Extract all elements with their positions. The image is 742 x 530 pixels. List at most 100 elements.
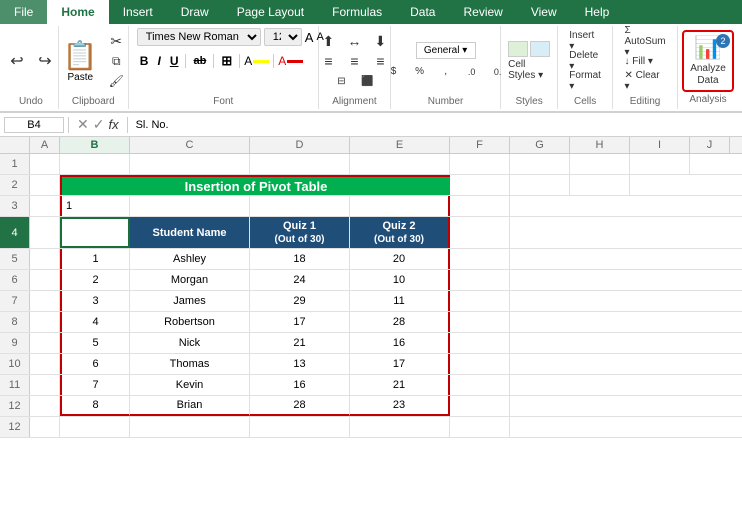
cell-d9[interactable]: 21 — [250, 333, 350, 353]
cell-f8[interactable] — [450, 312, 510, 332]
currency-button[interactable]: $ — [382, 63, 406, 81]
cell-f12[interactable] — [450, 417, 510, 437]
tab-formulas[interactable]: Formulas — [318, 0, 396, 24]
cell-f12[interactable] — [450, 396, 510, 416]
cell-b12[interactable] — [60, 417, 130, 437]
number-format-dropdown[interactable]: General ▾ — [416, 42, 476, 59]
copy-button[interactable]: ⧉ — [104, 52, 128, 70]
cell-b9[interactable]: 5 — [60, 333, 130, 353]
strikethrough-button[interactable]: ab — [190, 54, 209, 68]
cell-d8[interactable]: 17 — [250, 312, 350, 332]
col-header-f[interactable]: F — [450, 137, 510, 153]
cell-a10[interactable] — [30, 354, 60, 374]
cell-d10[interactable]: 13 — [250, 354, 350, 374]
increase-decimal-button[interactable]: .0 — [460, 63, 484, 81]
cell-f1[interactable] — [450, 154, 510, 174]
fill-color-button[interactable]: A — [244, 54, 269, 68]
increase-font-button[interactable]: A — [305, 30, 314, 45]
col-header-b[interactable]: B — [60, 137, 130, 153]
cell-a12[interactable] — [30, 417, 60, 437]
name-box[interactable] — [4, 117, 64, 133]
cell-a3[interactable] — [30, 196, 60, 216]
col-header-e[interactable]: E — [350, 137, 450, 153]
cell-a9[interactable] — [30, 333, 60, 353]
cell-d5[interactable]: 18 — [250, 249, 350, 269]
cell-c10[interactable]: Thomas — [130, 354, 250, 374]
cell-c12[interactable]: Brian — [130, 396, 250, 416]
cell-c11[interactable]: Kevin — [130, 375, 250, 395]
col-header-c[interactable]: C — [130, 137, 250, 153]
cell-d1[interactable] — [250, 154, 350, 174]
cell-a7[interactable] — [30, 291, 60, 311]
cell-b11[interactable]: 7 — [60, 375, 130, 395]
paste-button[interactable]: 📋 Paste — [58, 36, 102, 87]
borders-button[interactable]: ⊞ — [218, 52, 235, 70]
cell-a4[interactable] — [30, 217, 60, 248]
cell-f6[interactable] — [450, 270, 510, 290]
cell-f2[interactable] — [450, 175, 510, 195]
cell-f3[interactable] — [450, 196, 510, 216]
comma-button[interactable]: , — [434, 63, 458, 81]
cell-c1[interactable] — [130, 154, 250, 174]
cell-b12[interactable]: 8 — [60, 396, 130, 416]
wrap-text-button[interactable]: ⬛ — [355, 72, 379, 90]
col-header-h[interactable]: H — [570, 137, 630, 153]
tab-file[interactable]: File — [0, 0, 47, 24]
cell-a8[interactable] — [30, 312, 60, 332]
cell-b5[interactable]: 1 — [60, 249, 130, 269]
cell-c4-header[interactable]: Student Name — [130, 217, 250, 248]
cell-a5[interactable] — [30, 249, 60, 269]
cell-a6[interactable] — [30, 270, 60, 290]
cell-e12[interactable]: 23 — [350, 396, 450, 416]
cell-e1[interactable] — [350, 154, 450, 174]
align-middle-button[interactable]: ↔ — [342, 32, 366, 50]
cell-g2[interactable] — [510, 175, 570, 195]
cell-i1[interactable] — [630, 154, 690, 174]
cell-f11[interactable] — [450, 375, 510, 395]
cell-e8[interactable]: 28 — [350, 312, 450, 332]
cell-e5[interactable]: 20 — [350, 249, 450, 269]
cell-c7[interactable]: James — [130, 291, 250, 311]
cell-b1[interactable] — [60, 154, 130, 174]
cell-c3[interactable] — [130, 196, 250, 216]
insert-cells-button[interactable]: Insert ▾ — [565, 32, 605, 50]
cell-f9[interactable] — [450, 333, 510, 353]
bold-button[interactable]: B — [137, 53, 152, 69]
cell-e4-header[interactable]: Quiz 2(Out of 30) — [350, 217, 450, 248]
cell-b6[interactable]: 2 — [60, 270, 130, 290]
align-top-button[interactable]: ⬆ — [316, 32, 340, 50]
cell-c9[interactable]: Nick — [130, 333, 250, 353]
font-family-select[interactable]: Times New Roman — [137, 28, 261, 46]
tab-home[interactable]: Home — [47, 0, 108, 24]
undo-button[interactable]: ↩ — [5, 52, 29, 70]
tab-page-layout[interactable]: Page Layout — [223, 0, 318, 24]
cell-f4[interactable] — [450, 217, 510, 248]
confirm-formula-icon[interactable]: ✓ — [93, 116, 105, 133]
cell-d4-header[interactable]: Quiz 1(Out of 30) — [250, 217, 350, 248]
cell-d3[interactable] — [250, 196, 350, 216]
italic-button[interactable]: I — [154, 53, 163, 69]
fill-button[interactable]: ↓ Fill ▾ — [621, 52, 657, 70]
font-color-button[interactable]: A — [278, 54, 303, 68]
tab-view[interactable]: View — [517, 0, 571, 24]
cell-g1[interactable] — [510, 154, 570, 174]
cell-e7[interactable]: 11 — [350, 291, 450, 311]
clear-button[interactable]: ✕ Clear ▾ — [621, 72, 670, 90]
cell-f7[interactable] — [450, 291, 510, 311]
autosum-button[interactable]: Σ AutoSum ▾ — [621, 32, 670, 50]
percent-button[interactable]: % — [408, 63, 432, 81]
delete-cells-button[interactable]: Delete ▾ — [565, 52, 605, 70]
col-header-a[interactable]: A — [30, 137, 60, 153]
cell-b8[interactable]: 4 — [60, 312, 130, 332]
cell-e10[interactable]: 17 — [350, 354, 450, 374]
col-header-g[interactable]: G — [510, 137, 570, 153]
cut-button[interactable]: ✂ — [104, 32, 128, 50]
cell-f5[interactable] — [450, 249, 510, 269]
cell-d12[interactable]: 28 — [250, 396, 350, 416]
tab-draw[interactable]: Draw — [167, 0, 223, 24]
cell-f10[interactable] — [450, 354, 510, 374]
format-cells-button[interactable]: Format ▾ — [565, 72, 605, 90]
cell-a2[interactable] — [30, 175, 60, 195]
col-header-d[interactable]: D — [250, 137, 350, 153]
cell-b4-header[interactable]: Sl. No. — [60, 217, 130, 248]
